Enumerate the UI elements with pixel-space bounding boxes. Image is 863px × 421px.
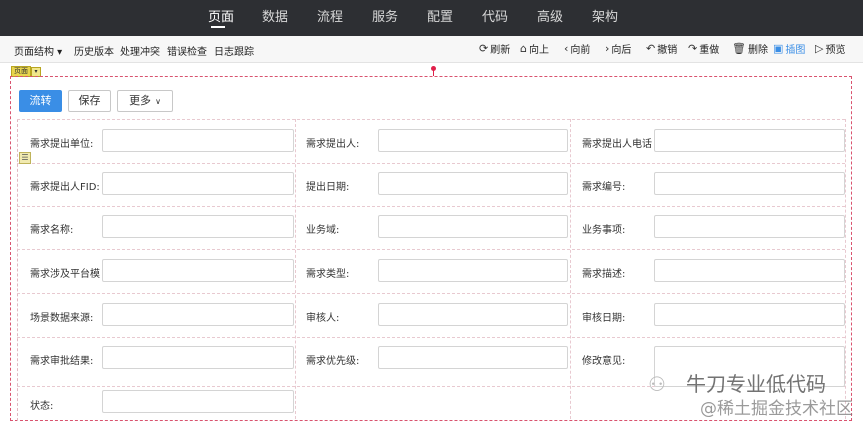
row-divider — [17, 206, 845, 208]
up-label: 向上 — [528, 45, 549, 56]
insert-image-button[interactable]: ▣ 插图 — [773, 41, 805, 56]
requirement-desc-field[interactable] — [654, 259, 845, 282]
refresh-label: 刷新 — [490, 45, 511, 56]
chevron-down-icon: ∨ — [155, 97, 161, 106]
scenario-data-source-field[interactable] — [102, 303, 294, 326]
watermark-line1: 牛刀专业低代码 — [686, 372, 826, 396]
approval-result-field[interactable] — [102, 346, 294, 369]
forward-button[interactable]: ‹ 向前 — [564, 41, 590, 56]
watermark: ⚇ 牛刀专业低代码 @稀土掘金技术社区 — [648, 368, 863, 419]
label-requirement-id: 需求编号: — [582, 182, 626, 193]
row-divider — [17, 163, 845, 165]
submit-date-field[interactable] — [378, 172, 568, 195]
back-label: 向后 — [611, 45, 632, 56]
nav-item-architecture[interactable]: 架构 — [592, 6, 618, 25]
refresh-icon: ⟳ — [479, 42, 489, 55]
label-requester-phone: 需求提出人电话 — [582, 139, 652, 150]
label-modification-comments: 修改意见: — [582, 356, 626, 367]
error-check-button[interactable]: 错误检查 — [167, 43, 207, 58]
status-field[interactable] — [102, 390, 294, 413]
requirement-type-field[interactable] — [378, 259, 568, 282]
label-requester-fid: 需求提出人FID: — [30, 182, 100, 193]
label-requesting-unit: 需求提出单位: — [30, 139, 94, 150]
priority-field[interactable] — [378, 346, 568, 369]
delete-button[interactable]: 🗑 删除 — [732, 41, 768, 56]
label-reviewer: 审核人: — [306, 313, 340, 324]
requirement-name-field[interactable] — [102, 215, 294, 238]
designer-toolbar: 页面结构 ▾ 历史版本 处理冲突 错误检查 日志跟踪 ⟳ 刷新 ⌂ 向上 ‹ 向前 ›… — [0, 36, 863, 63]
delete-label: 删除 — [747, 45, 768, 56]
wechat-logo-icon: ⚇ — [648, 372, 666, 396]
top-nav: 页面 数据 流程 服务 配置 代码 高级 架构 — [0, 0, 863, 36]
history-version-button[interactable]: 历史版本 — [74, 43, 114, 58]
page-structure-menu[interactable]: 页面结构 ▾ — [14, 43, 62, 58]
redo-label: 重做 — [699, 45, 720, 56]
nav-item-flow[interactable]: 流程 — [317, 6, 343, 25]
up-button[interactable]: ⌂ 向上 — [520, 41, 549, 56]
chevron-left-icon: ‹ — [564, 42, 569, 55]
label-requirement-type: 需求类型: — [306, 269, 350, 280]
refresh-button[interactable]: ⟳ 刷新 — [479, 41, 510, 56]
label-review-date: 审核日期: — [582, 313, 626, 324]
back-button[interactable]: › 向后 — [605, 41, 631, 56]
preview-label: 预览 — [825, 45, 846, 56]
nav-item-data[interactable]: 数据 — [262, 6, 288, 25]
requesting-unit-field[interactable] — [102, 129, 294, 152]
submit-flow-button[interactable]: 流转 — [19, 90, 62, 112]
requester-fid-field[interactable] — [102, 172, 294, 195]
label-approval-result: 需求审批结果: — [30, 356, 94, 367]
save-button[interactable]: 保存 — [68, 90, 111, 112]
requester-field[interactable] — [378, 129, 568, 152]
label-requester: 需求提出人: — [306, 139, 360, 150]
label-platform-module: 需求涉及平台模 — [30, 269, 100, 280]
business-item-field[interactable] — [654, 215, 845, 238]
label-priority: 需求优先级: — [306, 356, 360, 367]
active-tab-indicator — [211, 26, 225, 28]
trash-icon: 🗑 — [732, 42, 746, 55]
preview-button[interactable]: ▷ 预览 — [815, 41, 845, 56]
undo-icon: ↶ — [646, 42, 656, 55]
nav-item-service[interactable]: 服务 — [372, 6, 398, 25]
label-business-domain: 业务域: — [306, 225, 340, 236]
redo-icon: ↷ — [688, 42, 698, 55]
forward-label: 向前 — [570, 45, 591, 56]
row-divider — [17, 119, 845, 121]
image-icon: ▣ — [773, 42, 784, 55]
nav-item-code[interactable]: 代码 — [482, 6, 508, 25]
preview-icon: ▷ — [815, 42, 824, 55]
more-button[interactable]: 更多 ∨ — [117, 90, 173, 112]
nav-item-page[interactable]: 页面 — [208, 6, 234, 25]
review-date-field[interactable] — [654, 303, 845, 326]
platform-module-field[interactable] — [102, 259, 294, 282]
reviewer-field[interactable] — [378, 303, 568, 326]
log-trace-button[interactable]: 日志跟踪 — [214, 43, 254, 58]
layout-grid-icon[interactable]: ☰ — [19, 152, 31, 164]
up-icon: ⌂ — [520, 42, 527, 55]
label-status: 状态: — [30, 401, 54, 412]
nav-item-config[interactable]: 配置 — [427, 6, 453, 25]
label-business-item: 业务事项: — [582, 225, 626, 236]
insert-image-label: 插图 — [785, 45, 806, 56]
resolve-conflict-button[interactable]: 处理冲突 — [120, 43, 160, 58]
requirement-id-field[interactable] — [654, 172, 845, 195]
row-divider — [17, 337, 845, 339]
label-scenario-data-source: 场景数据来源: — [30, 313, 94, 324]
chevron-right-icon: › — [605, 42, 610, 55]
nav-item-advanced[interactable]: 高级 — [537, 6, 563, 25]
watermark-line2: @稀土掘金技术社区 — [700, 399, 853, 419]
requester-phone-field[interactable] — [654, 129, 845, 152]
row-divider — [17, 293, 845, 295]
label-requirement-name: 需求名称: — [30, 225, 74, 236]
label-requirement-desc: 需求描述: — [582, 269, 626, 280]
label-submit-date: 提出日期: — [306, 182, 350, 193]
more-label: 更多 — [129, 94, 152, 107]
business-domain-field[interactable] — [378, 215, 568, 238]
undo-label: 撤销 — [657, 45, 678, 56]
row-divider — [17, 249, 845, 251]
redo-button[interactable]: ↷ 重做 — [688, 41, 719, 56]
undo-button[interactable]: ↶ 撤销 — [646, 41, 677, 56]
